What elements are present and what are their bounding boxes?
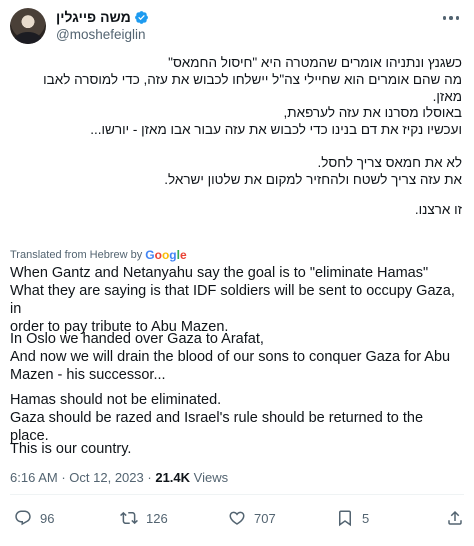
english-paragraph-3: Hamas should not be eliminated. Gaza sho…	[10, 391, 462, 445]
verified-badge-icon	[134, 10, 148, 24]
english-paragraph-2: In Oslo we handed over Gaza to Arafat, A…	[10, 330, 462, 384]
repost-icon	[120, 511, 138, 525]
english-paragraph-1: When Gantz and Netanyahu say the goal is…	[10, 264, 462, 336]
share-button[interactable]	[446, 509, 464, 527]
avatar[interactable]	[10, 8, 46, 44]
hebrew-paragraph-3: לא את חמאס צריך לחסל. את עזה צריך לשטח ו…	[12, 154, 462, 188]
hebrew-paragraph-2: באוסלו מסרנו את עזה לערפאת, ועכשיו נקיז …	[12, 104, 462, 138]
bookmark-icon	[339, 510, 351, 527]
hebrew-line: לא את חמאס צריך לחסל.	[317, 155, 462, 170]
repost-count: 126	[146, 510, 168, 526]
tweet-header: משה פייגלין @moshefeiglin	[10, 8, 464, 44]
like-count: 707	[254, 510, 276, 526]
reply-count: 96	[40, 510, 55, 526]
english-line: Mazen - his successor...	[10, 367, 166, 383]
tweet-date[interactable]: Oct 12, 2023	[69, 470, 143, 485]
english-paragraph-4: This is our country.	[10, 440, 462, 458]
author-name-row[interactable]: משה פייגלין	[56, 9, 149, 25]
english-line: When Gantz and Netanyahu say the goal is…	[10, 265, 429, 281]
google-logo: Google	[145, 248, 187, 262]
translation-attribution: Translated from Hebrew by Google	[10, 248, 187, 262]
tweet-meta: 6:16 AM · Oct 12, 2023 · 21.4K Views	[10, 470, 228, 485]
reply-button[interactable]: 96	[14, 509, 54, 527]
views-label: Views	[193, 470, 229, 485]
author-handle[interactable]: @moshefeiglin	[56, 27, 146, 42]
hebrew-line: כשגנץ ונתניהו אומרים שהמטרה היא "חיסול ה…	[168, 55, 462, 70]
like-button[interactable]: 707	[228, 509, 276, 527]
heart-icon	[229, 511, 245, 525]
hebrew-line: ועכשיו נקיז את דם בנינו כדי לכבוש את עזה…	[90, 122, 462, 137]
hebrew-paragraph-1: כשגנץ ונתניהו אומרים שהמטרה היא "חיסול ה…	[12, 54, 462, 105]
more-options-icon[interactable]	[440, 12, 462, 24]
english-line: In Oslo we handed over Gaza to Arafat,	[10, 331, 264, 347]
english-line: And now we will drain the blood of our s…	[10, 349, 451, 365]
divider	[10, 494, 464, 495]
hebrew-line: מה שהם אומרים הוא שחיילי צה"ל יישלחו לכב…	[43, 72, 462, 104]
tweet-time[interactable]: 6:16 AM	[10, 470, 58, 485]
bookmark-button[interactable]: 5	[336, 509, 369, 527]
views-count[interactable]: 21.4K	[155, 470, 190, 485]
author-name[interactable]: משה פייגלין	[56, 9, 131, 25]
share-icon	[448, 510, 462, 525]
meta-separator: ·	[61, 470, 66, 485]
english-line: Hamas should not be eliminated.	[10, 392, 222, 408]
hebrew-paragraph-4: זו ארצנו.	[12, 201, 462, 218]
hebrew-line: את עזה צריך לשטח ולהחזיר למקום את שלטון …	[164, 172, 462, 187]
translation-label: Translated from Hebrew by	[10, 249, 143, 261]
meta-separator: ·	[147, 470, 152, 485]
hebrew-line: באוסלו מסרנו את עזה לערפאת,	[283, 105, 462, 120]
bookmark-count: 5	[362, 510, 370, 526]
hebrew-line: זו ארצנו.	[414, 202, 462, 217]
action-bar: 96 126 707 5	[14, 509, 464, 529]
repost-button[interactable]: 126	[120, 509, 168, 527]
english-line: What they are saying is that IDF soldier…	[10, 283, 455, 317]
reply-icon	[15, 510, 31, 526]
english-line: This is our country.	[10, 441, 132, 457]
